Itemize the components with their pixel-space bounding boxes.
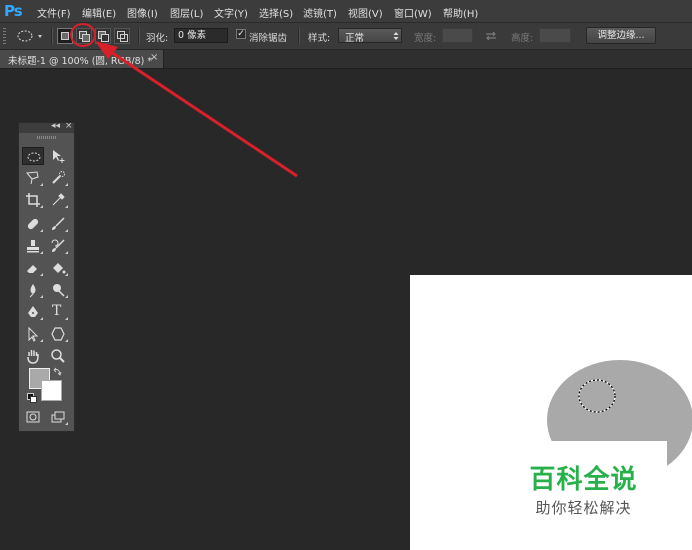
menu-filter[interactable]: 滤镜(T) — [303, 5, 337, 20]
dodge-tool[interactable] — [47, 281, 69, 299]
intersect-selection-button[interactable] — [114, 28, 130, 44]
hand-tool[interactable] — [22, 347, 44, 365]
swap-colors-icon[interactable] — [53, 367, 62, 376]
clone-stamp-tool[interactable] — [22, 237, 44, 255]
document-tab-bar: 未标题-1 @ 100% (圆, RGB/8) * × — [0, 50, 692, 69]
eraser-tool[interactable] — [22, 259, 44, 277]
anti-alias-checkbox[interactable]: ✓ — [236, 29, 246, 39]
canvas-document[interactable]: 百科全说 助你轻松解决 — [410, 275, 692, 550]
width-input[interactable] — [442, 28, 473, 43]
lasso-icon — [26, 171, 39, 185]
default-colors-icon[interactable] — [27, 393, 37, 403]
menu-bar: Ps 文件(F) 编辑(E) 图像(I) 图层(L) 文字(Y) 选择(S) 滤… — [0, 0, 692, 23]
separator — [138, 27, 140, 45]
paint-bucket-tool[interactable] — [47, 259, 69, 277]
menu-window[interactable]: 窗口(W) — [394, 5, 432, 20]
feather-label: 羽化: — [146, 33, 169, 44]
path-selection-icon — [28, 326, 39, 342]
shape-tool[interactable] — [47, 325, 69, 343]
move-tool[interactable] — [47, 147, 69, 165]
refine-edge-button[interactable]: 调整边缘... — [586, 27, 656, 44]
watermark: 百科全说 助你轻松解决 — [520, 441, 667, 550]
tools-panel: ◂◂ × T — [18, 121, 75, 432]
menu-image[interactable]: 图像(I) — [127, 5, 158, 20]
menu-help[interactable]: 帮助(H) — [443, 5, 478, 20]
tools-panel-header[interactable]: ◂◂ × — [19, 121, 74, 133]
brush-icon — [52, 217, 65, 230]
quick-mask-icon — [26, 411, 40, 423]
quick-selection-tool[interactable] — [47, 169, 69, 187]
stamp-icon — [27, 240, 39, 253]
quick-selection-icon — [52, 171, 65, 184]
eyedropper-icon — [52, 193, 65, 206]
dodge-icon — [53, 284, 65, 297]
menu-edit[interactable]: 编辑(E) — [82, 5, 116, 20]
subtract-from-selection-button[interactable] — [95, 28, 111, 44]
width-label: 宽度: — [414, 33, 437, 44]
zoom-icon — [51, 349, 65, 363]
elliptical-marquee-icon — [27, 152, 41, 162]
quick-mask-tool[interactable] — [22, 408, 44, 426]
type-tool[interactable]: T — [47, 303, 69, 321]
move-icon — [53, 150, 65, 163]
paint-bucket-icon — [53, 263, 66, 274]
eraser-icon — [27, 265, 37, 273]
document-tab-title: 未标题-1 @ 100% (圆, RGB/8) * — [8, 56, 153, 67]
anti-alias-label: 消除锯齿 — [249, 33, 288, 44]
bandage-icon — [27, 218, 39, 230]
style-label: 样式: — [308, 33, 331, 44]
crop-tool[interactable] — [22, 191, 44, 209]
style-select-value: 正常 — [345, 33, 365, 44]
panel-grip[interactable] — [37, 136, 57, 139]
separator — [298, 27, 300, 45]
screen-mode-icon — [51, 411, 65, 423]
blur-tool[interactable] — [22, 281, 44, 299]
eyedropper-tool[interactable] — [47, 191, 69, 209]
menu-type[interactable]: 文字(Y) — [214, 5, 248, 20]
screen-mode-tool[interactable] — [47, 408, 69, 426]
new-selection-button[interactable] — [57, 28, 73, 44]
tool-preset-picker[interactable] — [14, 27, 46, 45]
swap-dimensions-icon[interactable] — [484, 30, 498, 42]
history-brush-tool[interactable] — [47, 237, 69, 255]
healing-brush-tool[interactable] — [22, 215, 44, 233]
brush-tool[interactable] — [47, 215, 69, 233]
height-input[interactable] — [539, 28, 571, 43]
elliptical-marquee-tool[interactable] — [22, 147, 44, 165]
zoom-tool[interactable] — [47, 347, 69, 365]
background-color-swatch[interactable] — [41, 380, 62, 401]
hexagon-icon — [51, 327, 65, 341]
options-bar: 羽化: 0 像素 ✓ 消除锯齿 样式: 正常 宽度: 高度: 调整边缘... — [0, 23, 692, 50]
path-selection-tool[interactable] — [22, 325, 44, 343]
watermark-title: 百科全说 — [529, 465, 638, 495]
updown-arrow-icon — [393, 32, 399, 40]
style-select[interactable]: 正常 — [338, 28, 402, 44]
height-label: 高度: — [511, 33, 534, 44]
feather-input[interactable]: 0 像素 — [174, 28, 228, 43]
collapse-icon[interactable]: ◂◂ — [51, 121, 60, 131]
hand-icon — [27, 350, 39, 364]
crop-icon — [26, 193, 40, 207]
separator — [51, 27, 53, 45]
history-brush-icon — [51, 239, 65, 252]
elliptical-marquee-icon — [17, 30, 42, 42]
close-icon[interactable]: × — [65, 121, 73, 131]
menu-view[interactable]: 视图(V) — [348, 5, 383, 20]
blur-icon — [29, 284, 36, 298]
document-tab[interactable]: 未标题-1 @ 100% (圆, RGB/8) * × — [0, 50, 164, 68]
menu-layer[interactable]: 图层(L) — [170, 5, 203, 20]
type-icon: T — [52, 303, 62, 319]
photoshop-logo: Ps — [4, 2, 23, 20]
pen-tool[interactable] — [22, 303, 44, 321]
close-icon[interactable]: × — [150, 52, 158, 63]
pen-icon — [28, 306, 38, 317]
lasso-tool[interactable] — [22, 169, 44, 187]
options-bar-grip[interactable] — [3, 28, 6, 44]
menu-file[interactable]: 文件(F) — [37, 5, 71, 20]
watermark-subtitle: 助你轻松解决 — [535, 499, 632, 517]
add-to-selection-button[interactable] — [76, 28, 92, 44]
menu-select[interactable]: 选择(S) — [259, 5, 293, 20]
